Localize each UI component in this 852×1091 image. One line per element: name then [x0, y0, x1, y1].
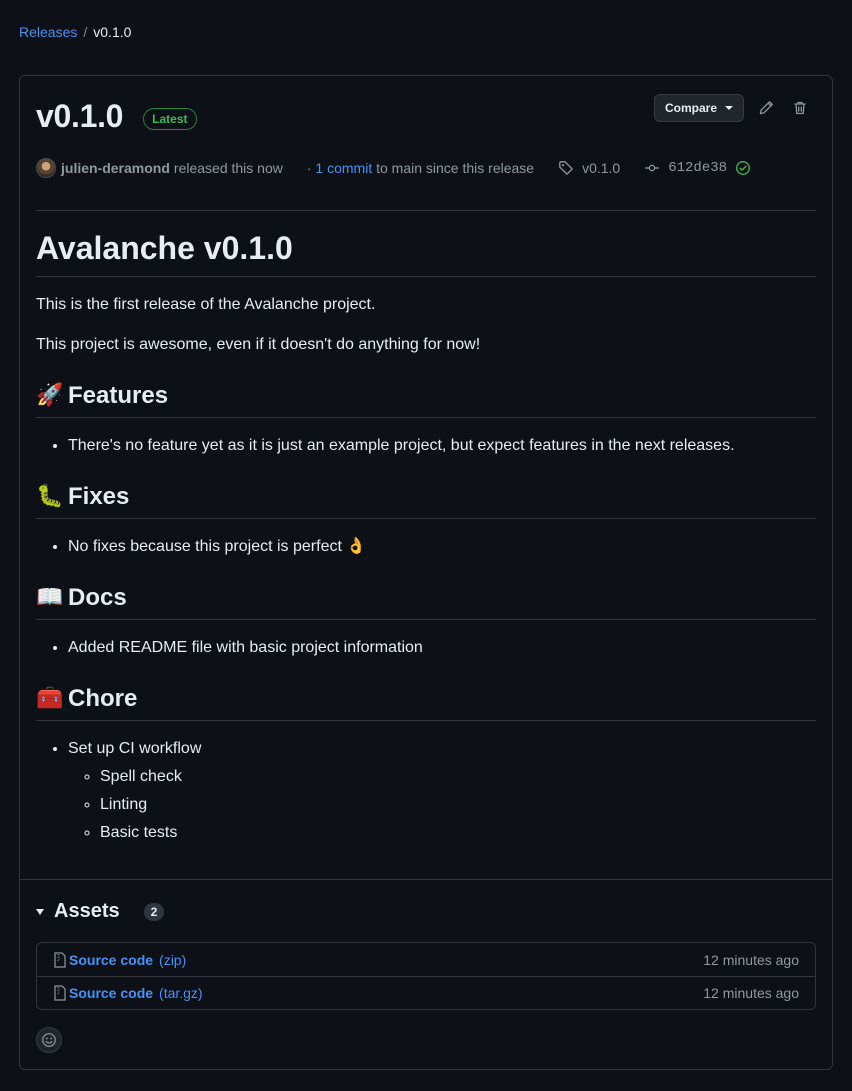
commits-link[interactable]: 1 commit	[315, 160, 372, 176]
breadcrumb-separator: /	[83, 24, 88, 40]
fixes-list: No fixes because this project is perfect…	[36, 535, 816, 559]
asset-name: Source code	[69, 951, 154, 968]
commits-since-release: · 1 commit to main since this release	[307, 160, 534, 176]
commits-prefix: ·	[306, 160, 312, 176]
section-title: Chore	[68, 685, 138, 712]
file-zip-icon	[54, 985, 66, 1001]
git-commit-icon	[645, 164, 660, 172]
section-title: Docs	[68, 584, 127, 611]
tag-name: v0.1.0	[582, 160, 621, 176]
avatar[interactable]	[36, 158, 56, 178]
section-title: Features	[68, 382, 169, 409]
release-meta: julien-deramond released this now · 1 co…	[36, 158, 816, 178]
section-heading-chore: 🧰 Chore	[36, 684, 816, 721]
breadcrumb-current: v0.1.0	[93, 24, 132, 40]
check-circle-icon	[736, 161, 750, 175]
released-text: released this now	[173, 160, 283, 176]
asset-row: Source code (zip) 12 minutes ago	[37, 943, 815, 976]
compare-button[interactable]: Compare	[653, 94, 744, 122]
author-link[interactable]: julien-deramond	[61, 160, 170, 176]
notes-paragraph: This is the first release of the Avalanc…	[36, 296, 376, 313]
chore-list: Set up CI workflow Spell check Linting B…	[36, 737, 816, 845]
book-icon: 📖	[36, 585, 64, 611]
docs-list: Added README file with basic project inf…	[36, 636, 816, 660]
tag-link[interactable]: v0.1.0	[558, 160, 620, 176]
list-item: There's no feature yet as it is just an …	[68, 434, 816, 458]
triangle-down-icon	[36, 908, 44, 915]
sublist-item: Spell check	[100, 765, 816, 789]
assets-divider	[20, 879, 832, 880]
commits-suffix: to main since this release	[376, 160, 535, 176]
asset-timestamp: 12 minutes ago	[703, 985, 799, 1001]
release-actions: Compare	[653, 94, 812, 122]
assets-list: Source code (zip) 12 minutes ago Source …	[36, 942, 816, 1010]
section-heading-features: 🚀 Features	[36, 381, 816, 418]
trash-icon[interactable]	[788, 96, 812, 120]
release-title-row: v0.1.0 Latest	[36, 98, 197, 135]
list-item: No fixes because this project is perfect…	[68, 535, 816, 559]
assets-count-badge: 2	[143, 902, 165, 921]
list-item: Set up CI workflow Spell check Linting B…	[68, 737, 816, 845]
chevron-down-icon	[725, 106, 733, 110]
features-list: There's no feature yet as it is just an …	[36, 434, 816, 458]
meta-divider	[36, 210, 816, 211]
release-card: v0.1.0 Latest Compare julien-deramond re…	[19, 75, 833, 1070]
sublist-item: Basic tests	[100, 821, 816, 845]
section-title: Fixes	[68, 483, 130, 510]
breadcrumb: Releases / v0.1.0	[19, 24, 131, 40]
asset-format: (tar.gz)	[159, 985, 203, 1001]
asset-name: Source code	[69, 985, 154, 1001]
commit-sha: 612de38	[668, 160, 728, 176]
pencil-icon[interactable]	[754, 96, 778, 120]
assets-title: Assets	[54, 900, 120, 922]
asset-row: Source code (tar.gz) 12 minutes ago	[37, 976, 815, 1009]
breadcrumb-releases-link[interactable]: Releases	[19, 24, 77, 40]
smiley-icon	[42, 1033, 56, 1047]
latest-badge: Latest	[143, 107, 197, 130]
bug-icon: 🐛	[36, 484, 64, 510]
chore-sublist: Spell check Linting Basic tests	[68, 765, 816, 845]
section-heading-docs: 📖 Docs	[36, 583, 816, 620]
asset-timestamp: 12 minutes ago	[703, 951, 799, 968]
toolbox-icon: 🧰	[36, 686, 64, 712]
sublist-item: Linting	[100, 793, 816, 817]
file-zip-icon	[54, 951, 66, 968]
rocket-icon: 🚀	[36, 383, 64, 409]
assets-toggle[interactable]: Assets 2	[36, 900, 165, 923]
asset-format: (zip)	[159, 951, 187, 968]
asset-link-targz[interactable]: Source code (tar.gz)	[53, 985, 203, 1001]
release-title: v0.1.0	[36, 98, 124, 134]
add-reaction-button[interactable]	[36, 1027, 62, 1053]
release-notes-heading: Avalanche v0.1.0	[36, 228, 816, 277]
section-heading-fixes: 🐛 Fixes	[36, 482, 816, 519]
tag-icon	[559, 161, 573, 175]
commit-link[interactable]: 612de38	[644, 160, 751, 176]
compare-label: Compare	[664, 101, 717, 115]
list-item-text: Set up CI workflow	[68, 740, 202, 757]
release-notes: Avalanche v0.1.0 This is the first relea…	[36, 228, 816, 849]
notes-paragraph: This project is awesome, even if it does…	[36, 336, 481, 353]
list-item: Added README file with basic project inf…	[68, 636, 816, 660]
asset-link-zip[interactable]: Source code (zip)	[53, 952, 186, 968]
